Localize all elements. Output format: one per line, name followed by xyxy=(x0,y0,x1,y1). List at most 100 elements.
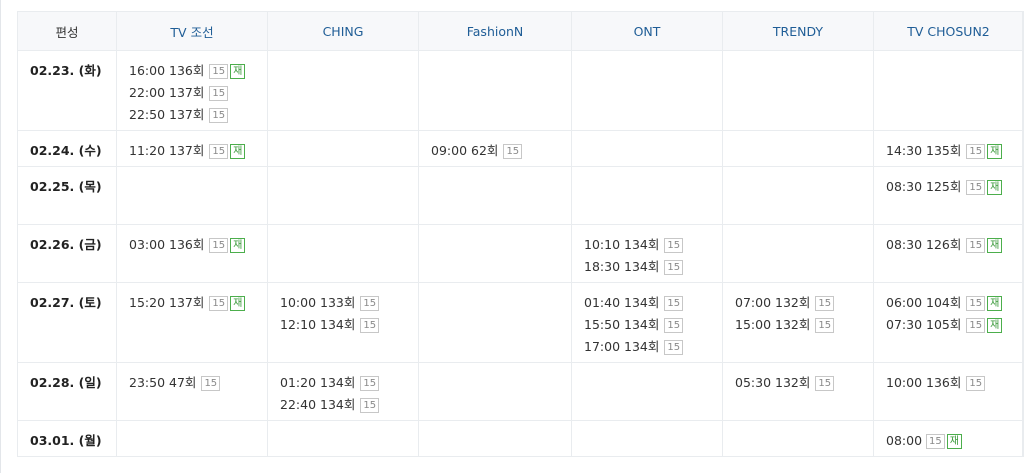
rerun-badge: 재 xyxy=(230,295,246,311)
episode-number: 104회 xyxy=(926,295,962,310)
schedule-cell xyxy=(267,50,419,131)
schedule-cell: 08:00 15 재 xyxy=(873,420,1024,457)
age-rating-badge: 15 xyxy=(966,317,986,333)
schedule-body: 02.23. (화) 16:00 136회 15 재 22:00 137회 15 22:50 13… xyxy=(17,50,1024,457)
airing-entry[interactable]: 15:00 132회 15 xyxy=(735,314,861,336)
episode-number: 105회 xyxy=(926,317,962,332)
episode-number: 134회 xyxy=(624,259,660,274)
age-rating-badge: 15 xyxy=(209,63,229,79)
age-rating-badge: 15 xyxy=(360,317,380,333)
schedule-row: 02.27. (토) 15:20 137회 15 재 10:00 133회 15 12:10 13… xyxy=(17,282,1024,363)
airing-entry[interactable]: 15:50 134회 15 xyxy=(584,314,710,336)
episode-number: 134회 xyxy=(624,339,660,354)
age-rating-badge: 15 xyxy=(966,143,986,159)
airing-entry[interactable]: 09:00 62회 15 xyxy=(431,140,559,162)
rerun-badge: 재 xyxy=(987,237,1003,253)
airing-entry[interactable]: 01:20 134회 15 xyxy=(280,372,406,394)
row-date: 03.01. (월) xyxy=(17,420,117,457)
airing-entry[interactable]: 07:00 132회 15 xyxy=(735,292,861,314)
airing-time: 07:00 xyxy=(735,295,772,310)
episode-number: 134회 xyxy=(624,237,660,252)
header-channel-trendy[interactable]: TRENDY xyxy=(722,11,874,51)
schedule-cell: 07:00 132회 15 15:00 132회 15 xyxy=(722,282,874,363)
airing-time: 22:50 xyxy=(129,107,166,122)
airing-entry[interactable]: 10:00 136회 15 xyxy=(886,372,1011,394)
schedule-cell xyxy=(571,130,723,167)
age-rating-badge: 15 xyxy=(503,143,523,159)
header-channel-tvchosun2[interactable]: TV CHOSUN2 xyxy=(873,11,1024,51)
airing-time: 23:50 xyxy=(129,375,166,390)
panel-left-border xyxy=(0,0,1,473)
rerun-badge: 재 xyxy=(987,295,1003,311)
panel-right-border xyxy=(1022,11,1023,457)
age-rating-badge: 15 xyxy=(664,317,684,333)
episode-number: 125회 xyxy=(926,179,962,194)
episode-number: 132회 xyxy=(775,375,811,390)
age-rating-badge: 15 xyxy=(209,237,229,253)
row-date: 02.25. (목) xyxy=(17,166,117,225)
airing-entry[interactable]: 14:30 135회 15 재 xyxy=(886,140,1011,162)
schedule-cell xyxy=(418,224,572,283)
airing-entry[interactable]: 08:30 125회 15 재 xyxy=(886,176,1011,198)
airing-entry[interactable]: 17:00 134회 15 xyxy=(584,336,710,358)
age-rating-badge: 15 xyxy=(966,375,986,391)
airing-entry[interactable]: 12:10 134회 15 xyxy=(280,314,406,336)
airing-entry[interactable]: 16:00 136회 15 재 xyxy=(129,60,255,82)
airing-entry[interactable]: 07:30 105회 15 재 xyxy=(886,314,1011,336)
schedule-cell xyxy=(267,420,419,457)
schedule-cell: 03:00 136회 15 재 xyxy=(116,224,268,283)
airing-entry[interactable]: 03:00 136회 15 재 xyxy=(129,234,255,256)
episode-number: 134회 xyxy=(320,397,356,412)
airing-entry[interactable]: 18:30 134회 15 xyxy=(584,256,710,278)
schedule-cell xyxy=(722,420,874,457)
airing-entry[interactable]: 15:20 137회 15 재 xyxy=(129,292,255,314)
airing-entry[interactable]: 08:30 126회 15 재 xyxy=(886,234,1011,256)
episode-number: 136회 xyxy=(169,63,205,78)
airing-entry[interactable]: 05:30 132회 15 xyxy=(735,372,861,394)
rerun-badge: 재 xyxy=(987,317,1003,333)
schedule-cell: 10:10 134회 15 18:30 134회 15 xyxy=(571,224,723,283)
episode-number: 134회 xyxy=(624,317,660,332)
rerun-badge: 재 xyxy=(230,63,246,79)
rerun-badge: 재 xyxy=(987,179,1003,195)
airing-time: 17:00 xyxy=(584,339,621,354)
row-date: 02.23. (화) xyxy=(17,50,117,131)
schedule-cell xyxy=(267,224,419,283)
airing-entry[interactable]: 22:50 137회 15 xyxy=(129,104,255,126)
header-channel-tvchosun[interactable]: TV 조선 xyxy=(116,11,268,51)
header-channel-ching[interactable]: CHING xyxy=(267,11,419,51)
header-channel-fashionn[interactable]: FashionN xyxy=(418,11,572,51)
airing-time: 15:50 xyxy=(584,317,621,332)
airing-entry[interactable]: 10:00 133회 15 xyxy=(280,292,406,314)
airing-entry[interactable]: 11:20 137회 15 재 xyxy=(129,140,255,162)
airing-entry[interactable]: 22:40 134회 15 xyxy=(280,394,406,416)
schedule-cell xyxy=(722,224,874,283)
airing-entry[interactable]: 22:00 137회 15 xyxy=(129,82,255,104)
schedule-row: 02.26. (금) 03:00 136회 15 재 10:10 134회 15 18:30 13… xyxy=(17,224,1024,283)
schedule-header: 편성 TV 조선 CHING FashionN ONT TRENDY TV CH… xyxy=(17,11,1024,51)
schedule-row: 03.01. (월) 08:00 15 재 xyxy=(17,420,1024,457)
schedule-cell xyxy=(418,50,572,131)
schedule-cell xyxy=(873,50,1024,131)
episode-number: 134회 xyxy=(320,317,356,332)
schedule-cell xyxy=(418,420,572,457)
airing-time: 10:00 xyxy=(280,295,317,310)
schedule-cell xyxy=(116,166,268,225)
airing-time: 08:30 xyxy=(886,179,923,194)
schedule-cell xyxy=(267,130,419,167)
airing-entry[interactable]: 01:40 134회 15 xyxy=(584,292,710,314)
airing-time: 22:00 xyxy=(129,85,166,100)
airing-entry[interactable]: 08:00 15 재 xyxy=(886,430,1011,452)
airing-time: 09:00 xyxy=(431,143,468,158)
age-rating-badge: 15 xyxy=(664,295,684,311)
header-schedule: 편성 xyxy=(17,11,117,51)
header-channel-ont[interactable]: ONT xyxy=(571,11,723,51)
airing-entry[interactable]: 06:00 104회 15 재 xyxy=(886,292,1011,314)
schedule-cell xyxy=(571,166,723,225)
age-rating-badge: 15 xyxy=(966,179,986,195)
row-date: 02.28. (일) xyxy=(17,362,117,421)
airing-time: 12:10 xyxy=(280,317,317,332)
airing-entry[interactable]: 23:50 47회 15 xyxy=(129,372,255,394)
rerun-badge: 재 xyxy=(230,143,246,159)
airing-entry[interactable]: 10:10 134회 15 xyxy=(584,234,710,256)
